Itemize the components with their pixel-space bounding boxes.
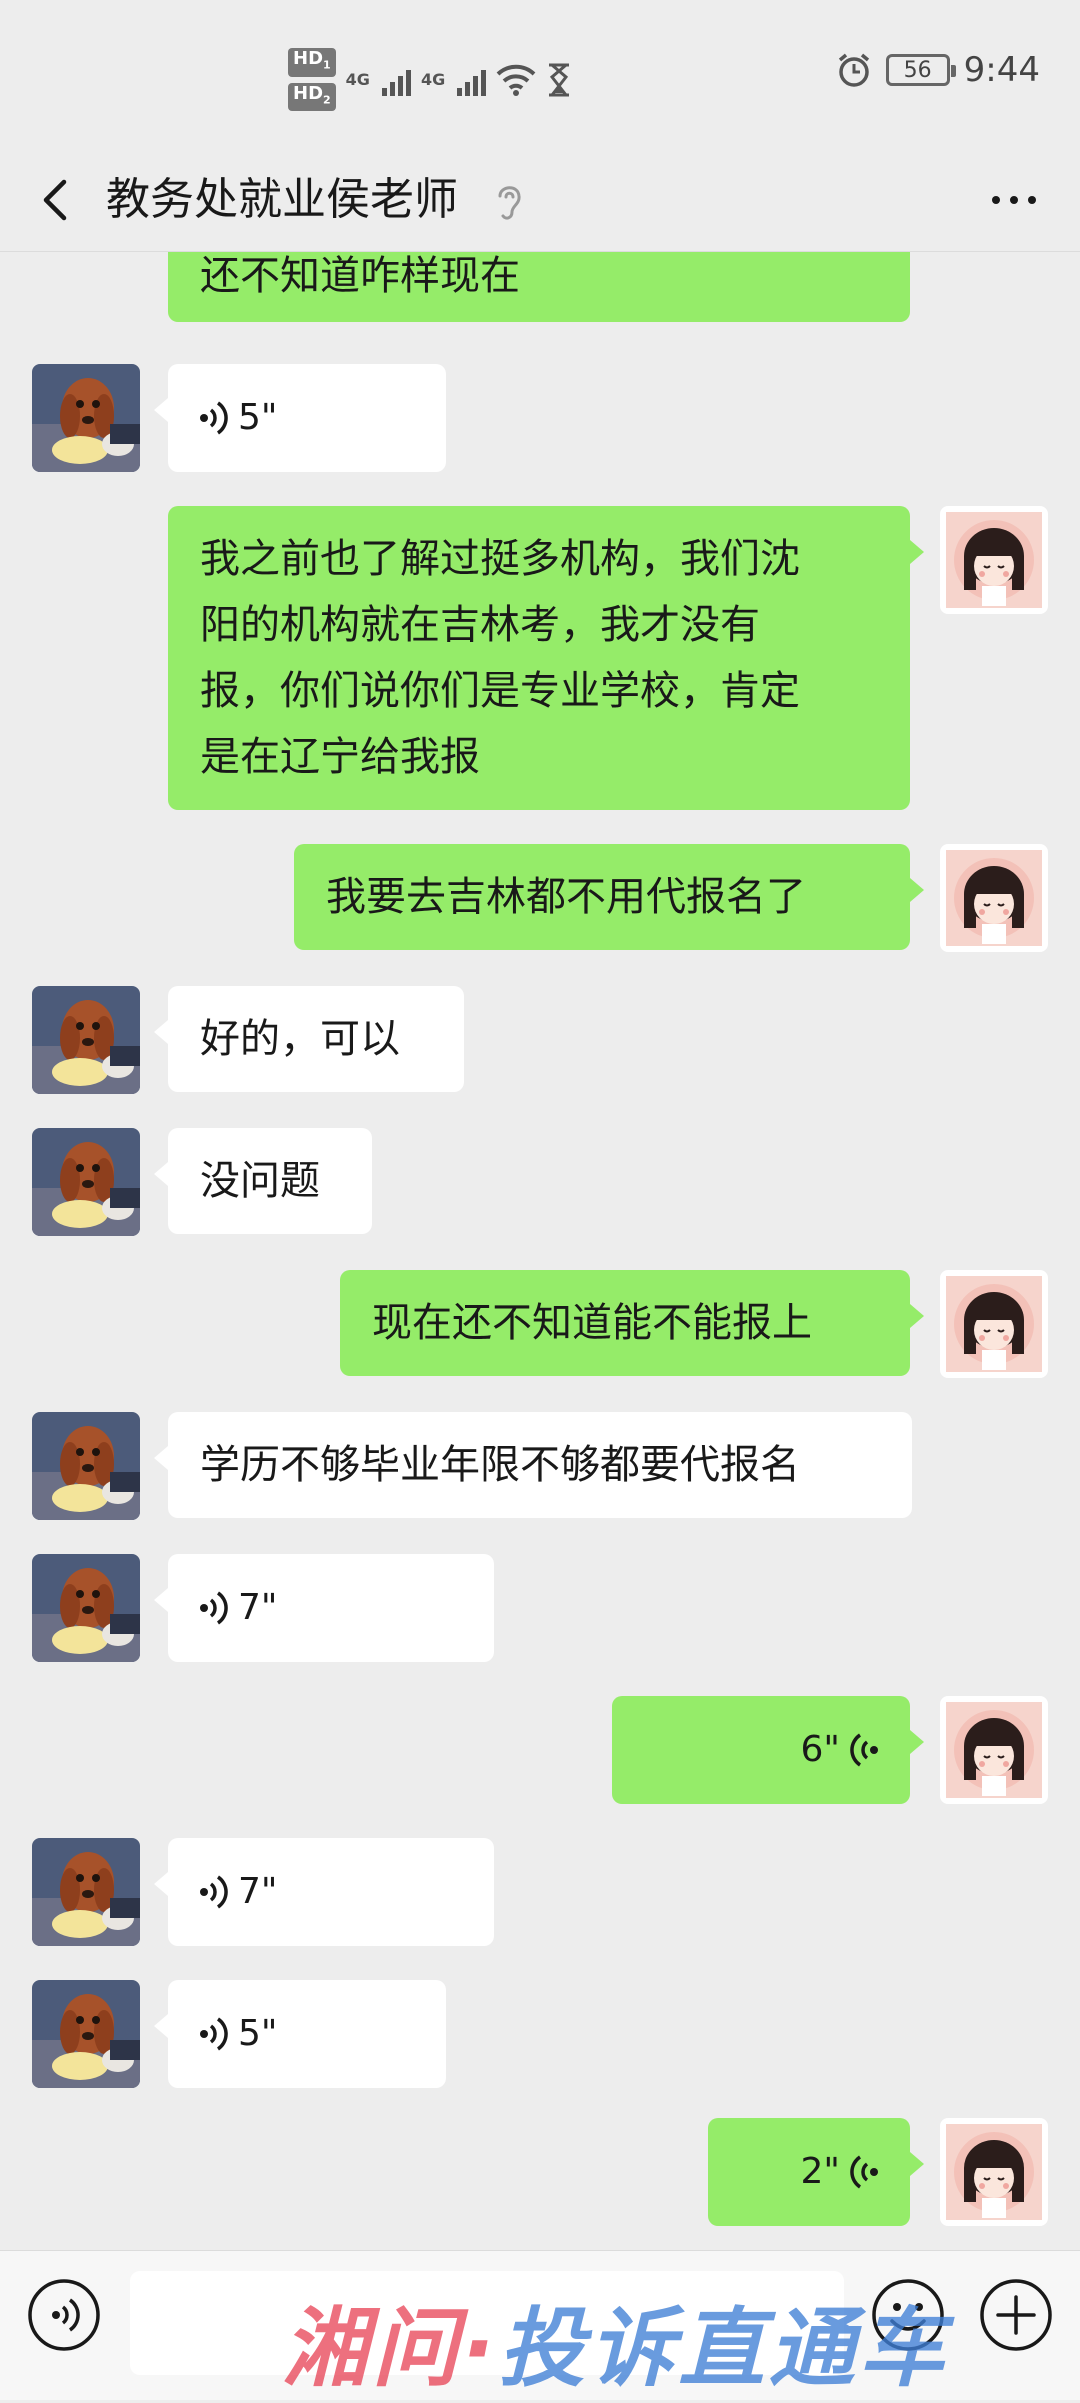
message-bubble-received[interactable]: 好的，可以 bbox=[154, 986, 464, 1092]
status-bar: HD1 HD2 4G 4G 56 9:44 bbox=[0, 0, 1080, 150]
message-text: 还不知道咋样现在 bbox=[200, 253, 520, 299]
hd1-badge: HD1 bbox=[288, 48, 336, 77]
girl-avatar-image bbox=[945, 511, 1043, 609]
avatar[interactable] bbox=[32, 364, 140, 472]
voice-message-sent[interactable]: 6" bbox=[612, 1696, 924, 1804]
plus-icon[interactable] bbox=[978, 2277, 1054, 2353]
hourglass-icon bbox=[549, 63, 570, 97]
signal-icon bbox=[457, 64, 487, 96]
voice-icon bbox=[198, 2017, 228, 2051]
network-type-2: 4G bbox=[420, 70, 446, 90]
avatar[interactable] bbox=[940, 506, 1048, 614]
more-icon[interactable] bbox=[984, 180, 1044, 220]
avatar[interactable] bbox=[32, 1838, 140, 1946]
avatar[interactable] bbox=[940, 844, 1048, 952]
voice-icon bbox=[198, 1875, 228, 1909]
avatar[interactable] bbox=[32, 1412, 140, 1520]
avatar[interactable] bbox=[940, 1270, 1048, 1378]
alarm-icon bbox=[838, 53, 869, 87]
girl-avatar-image bbox=[945, 2123, 1043, 2221]
message-line: 我之前也了解过挺多机构，我们沈 bbox=[200, 536, 800, 582]
message-text: 好的，可以 bbox=[200, 1016, 400, 1062]
hd2-badge: HD2 bbox=[288, 82, 336, 112]
dog-avatar-image bbox=[32, 1128, 140, 1236]
message-bubble-sent[interactable]: 现在还不知道能不能报上 bbox=[340, 1270, 924, 1376]
avatar[interactable] bbox=[32, 1128, 140, 1236]
voice-message-received[interactable]: 5" bbox=[154, 1980, 446, 2088]
avatar[interactable] bbox=[32, 986, 140, 1094]
message-line: 阳的机构就在吉林考，我才没有 bbox=[200, 602, 760, 648]
voice-duration: 7" bbox=[238, 1871, 278, 1912]
message-bubble-received[interactable]: 学历不够毕业年限不够都要代报名 bbox=[154, 1412, 912, 1518]
battery-indicator: 56 bbox=[885, 54, 956, 86]
message-line: 是在辽宁给我报 bbox=[200, 734, 480, 780]
voice-icon bbox=[850, 2155, 880, 2189]
network-type-1: 4G bbox=[345, 70, 370, 90]
dog-avatar-image bbox=[32, 1838, 140, 1946]
voice-message-received[interactable]: 5" bbox=[154, 364, 446, 472]
wifi-icon bbox=[496, 64, 536, 96]
voice-message-received[interactable]: 7" bbox=[154, 1838, 494, 1946]
dog-avatar-image bbox=[32, 1980, 140, 2088]
message-input[interactable] bbox=[130, 2271, 844, 2375]
chat-header: 教务处就业侯老师 bbox=[0, 150, 1080, 252]
message-text: 我要去吉林都不用代报名了 bbox=[326, 874, 806, 920]
dog-avatar-image bbox=[32, 364, 140, 472]
message-text: 现在还不知道能不能报上 bbox=[372, 1300, 812, 1346]
message-bubble-sent[interactable]: 还不知道咋样现在 bbox=[168, 252, 910, 322]
message-bubble-received[interactable]: 没问题 bbox=[154, 1128, 372, 1234]
girl-avatar-image bbox=[945, 849, 1043, 947]
message-text: 学历不够毕业年限不够都要代报名 bbox=[200, 1442, 800, 1488]
dog-avatar-image bbox=[32, 1554, 140, 1662]
message-list[interactable]: 还不知道咋样现在 5" 我之前也了解过挺多机构，我们沈 阳的机构就在吉林考，我才… bbox=[0, 252, 1080, 2250]
voice-message-received[interactable]: 7" bbox=[154, 1554, 494, 1662]
voice-duration: 5" bbox=[238, 397, 278, 438]
back-icon[interactable] bbox=[30, 172, 86, 228]
message-bubble-sent[interactable]: 我之前也了解过挺多机构，我们沈 阳的机构就在吉林考，我才没有 报，你们说你们是专… bbox=[168, 506, 924, 810]
status-right: 56 9:44 bbox=[836, 50, 1040, 90]
voice-duration: 6" bbox=[800, 1729, 840, 1770]
voice-icon bbox=[850, 1733, 880, 1767]
hd-indicators: HD1 HD2 bbox=[288, 48, 336, 112]
voice-message-sent[interactable]: 2" bbox=[708, 2118, 924, 2226]
voice-icon bbox=[198, 401, 228, 435]
avatar[interactable] bbox=[32, 1980, 140, 2088]
dog-avatar-image bbox=[32, 986, 140, 1094]
voice-toggle-icon[interactable] bbox=[26, 2277, 102, 2353]
voice-duration: 7" bbox=[238, 1587, 278, 1628]
status-left: HD1 HD2 4G 4G bbox=[288, 48, 572, 112]
avatar[interactable] bbox=[32, 1554, 140, 1662]
voice-icon bbox=[198, 1591, 228, 1625]
signal-icon bbox=[381, 64, 411, 96]
input-bar bbox=[0, 2250, 1080, 2400]
voice-duration: 5" bbox=[238, 2013, 278, 2054]
message-text: 没问题 bbox=[200, 1158, 320, 1204]
clock: 9:44 bbox=[963, 50, 1040, 90]
message-bubble-sent[interactable]: 我要去吉林都不用代报名了 bbox=[294, 844, 924, 950]
emoji-icon[interactable] bbox=[870, 2277, 946, 2353]
avatar[interactable] bbox=[940, 2118, 1048, 2226]
avatar[interactable] bbox=[940, 1696, 1048, 1804]
chat-title: 教务处就业侯老师 bbox=[106, 174, 458, 225]
girl-avatar-image bbox=[945, 1701, 1043, 1799]
ear-icon bbox=[498, 186, 521, 220]
message-line: 报，你们说你们是专业学校，肯定 bbox=[200, 668, 800, 714]
dog-avatar-image bbox=[32, 1412, 140, 1520]
voice-duration: 2" bbox=[800, 2151, 840, 2192]
girl-avatar-image bbox=[945, 1275, 1043, 1373]
